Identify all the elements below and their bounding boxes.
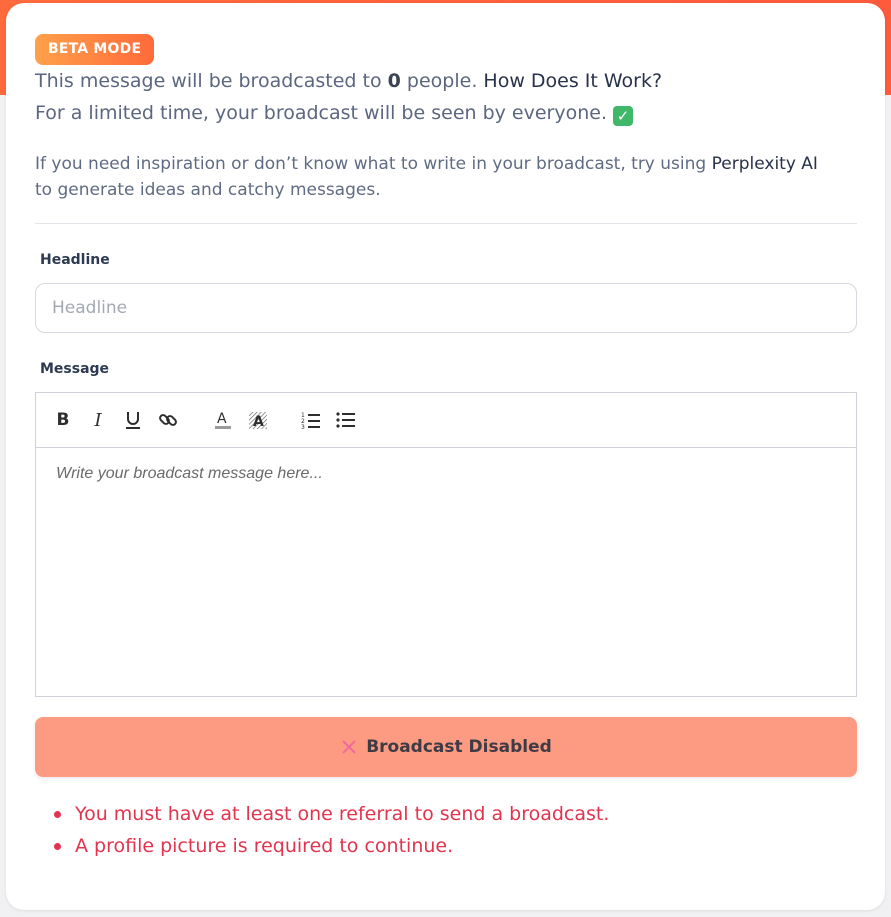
broadcast-button-label: Broadcast Disabled [366, 737, 552, 757]
limited-time-label: For a limited time, your broadcast will … [35, 102, 608, 124]
audience-text-after: people. [406, 70, 478, 92]
svg-text:A: A [217, 411, 227, 427]
tip-text-after: to generate ideas and catchy messages. [35, 180, 381, 200]
limited-time-text: For a limited time, your broadcast will … [35, 102, 634, 126]
message-label: Message [40, 361, 110, 377]
x-icon [340, 738, 358, 756]
perplexity-ai-link[interactable]: Perplexity AI [712, 154, 818, 174]
section-divider [35, 223, 857, 224]
ordered-list-icon[interactable]: 123 [298, 407, 324, 433]
check-mark-icon: ✓ [613, 106, 634, 126]
svg-text:A: A [253, 414, 264, 430]
link-icon[interactable] [155, 407, 181, 433]
error-item: A profile picture is required to continu… [40, 832, 609, 864]
highlight-color-icon[interactable]: A [245, 407, 271, 433]
svg-text:3: 3 [301, 424, 305, 429]
bold-icon[interactable]: B [50, 407, 76, 433]
audience-text-before: This message will be broadcasted to [35, 70, 382, 92]
audience-count: 0 [387, 70, 401, 92]
italic-icon[interactable]: I [85, 407, 111, 433]
message-editor: B I A A 123 Write your broadcast message… [35, 392, 857, 697]
broadcast-audience-text: This message will be broadcasted to 0 pe… [35, 70, 662, 92]
error-list: You must have at least one referral to s… [40, 800, 609, 864]
beta-mode-badge: BETA MODE [35, 34, 155, 65]
headline-label: Headline [40, 252, 110, 268]
error-item: You must have at least one referral to s… [40, 800, 609, 832]
headline-input[interactable] [35, 283, 857, 333]
how-does-it-work-link[interactable]: How Does It Work? [483, 70, 662, 92]
tip-text-before: If you need inspiration or don’t know wh… [35, 154, 707, 174]
bullet-list-icon[interactable] [333, 407, 359, 433]
broadcast-disabled-button[interactable]: Broadcast Disabled [35, 717, 857, 777]
inspiration-tip: If you need inspiration or don’t know wh… [35, 151, 825, 203]
message-editor-area[interactable]: Write your broadcast message here... [56, 465, 836, 483]
underline-icon[interactable] [120, 407, 146, 433]
editor-toolbar: B I A A 123 [36, 393, 856, 448]
text-color-icon[interactable]: A [210, 407, 236, 433]
